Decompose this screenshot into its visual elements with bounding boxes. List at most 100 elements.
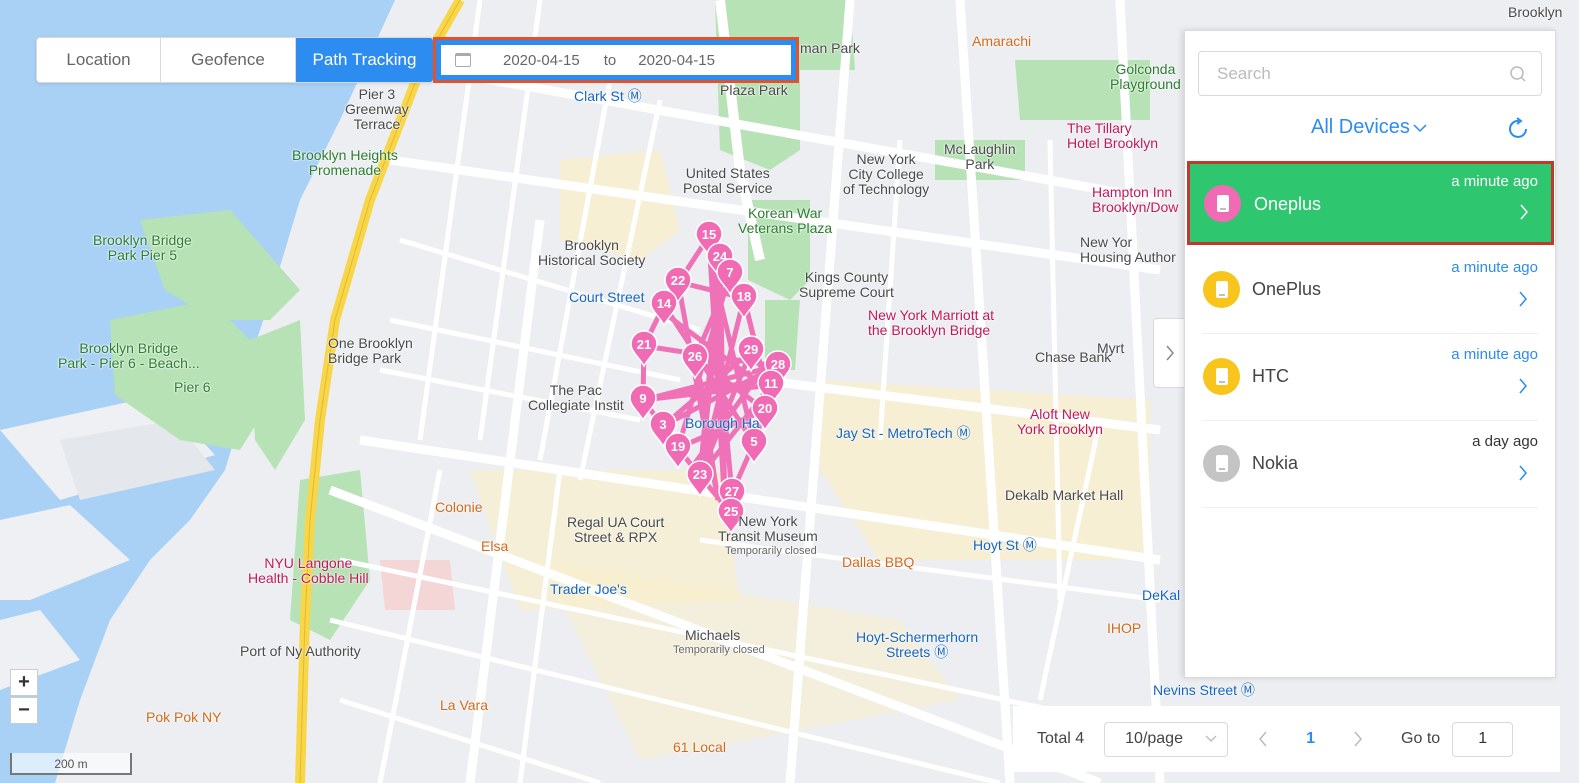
device-name: HTC (1252, 366, 1289, 386)
prev-page-button[interactable] (1258, 731, 1268, 747)
map-label-elsa: Elsa (481, 538, 509, 554)
device-filter-dropdown[interactable]: All Devices (1311, 116, 1428, 139)
start-date[interactable]: 2020-04-15 (503, 52, 580, 69)
map-label-trader-joes: Trader Joe's (550, 581, 627, 597)
device-item[interactable]: HTC a minute ago (1202, 334, 1538, 421)
track-marker-label: 11 (764, 376, 778, 391)
search-icon[interactable] (1509, 65, 1527, 83)
map-label-pier6-beach: Brooklyn Bridge Park - Pier 6 - Beach... (58, 340, 200, 371)
map-label-plaza-park: Plaza Park (720, 82, 788, 98)
track-marker[interactable]: 19 (664, 432, 692, 470)
chevron-down-icon (1413, 123, 1427, 132)
chevron-down-icon (1205, 735, 1217, 742)
track-marker[interactable]: 18 (730, 282, 758, 320)
device-avatar (1203, 445, 1240, 482)
end-date[interactable]: 2020-04-15 (638, 52, 715, 69)
map-label-dekalb-market: Dekalb Market Hall (1005, 487, 1124, 503)
map-label-korean-war: Korean War Veterans Plaza (738, 205, 833, 236)
device-panel: All Devices Oneplus a minute ago OnePlus… (1184, 30, 1556, 678)
device-item[interactable]: OnePlus a minute ago (1202, 247, 1538, 334)
phone-icon (1215, 455, 1228, 472)
device-avatar (1203, 271, 1240, 308)
map-label-clark-st: Clark St Ⓜ (574, 88, 642, 104)
map-label-mclaughlin: McLaughlin Park (944, 141, 1016, 172)
map-label-michaels-closed: Temporarily closed (673, 644, 765, 656)
device-name: OnePlus (1252, 279, 1322, 299)
chevron-right-icon (1519, 465, 1527, 481)
map-label-metrotech: Jay St - MetroTech Ⓜ (836, 425, 971, 441)
goto-label: Go to (1401, 730, 1441, 747)
track-marker[interactable]: 29 (737, 335, 765, 373)
map-label-dallas-bbq: Dallas BBQ (842, 554, 915, 570)
tab-path-tracking[interactable]: Path Tracking (296, 38, 433, 82)
phone-icon (1216, 195, 1229, 212)
track-marker[interactable]: 14 (650, 289, 678, 327)
pagination: Total 4 10/page 1 Go to (1013, 706, 1560, 772)
track-marker-label: 7 (726, 265, 733, 280)
device-item[interactable]: Nokia a day ago (1202, 421, 1538, 508)
map-label-housing-authority: New Yor Housing Author (1080, 234, 1176, 265)
map-label-pier3: Pier 3 Greenway Terrace (345, 86, 409, 132)
goto-page-input[interactable] (1452, 721, 1514, 757)
track-marker[interactable]: 21 (630, 330, 658, 368)
map-label-dekal: DeKal (1142, 587, 1181, 603)
device-name: Oneplus (1254, 194, 1322, 214)
date-range-input[interactable]: 2020-04-15 to 2020-04-15 (441, 45, 791, 75)
device-avatar (1204, 185, 1241, 222)
track-marker[interactable]: 5 (740, 427, 768, 465)
collapse-panel-button[interactable] (1153, 318, 1185, 388)
date-separator: to (603, 51, 617, 69)
map-label-supreme-court: Kings County Supreme Court (799, 269, 894, 300)
track-marker-label: 23 (693, 467, 707, 482)
next-page-button[interactable] (1353, 731, 1363, 747)
map-label-city-tech: New York City College of Technology (843, 151, 930, 197)
device-item[interactable]: Oneplus a minute ago (1187, 161, 1554, 245)
track-marker-label: 5 (750, 434, 757, 449)
page-number[interactable]: 1 (1306, 730, 1315, 748)
track-marker[interactable]: 23 (686, 460, 714, 498)
refresh-icon[interactable] (1507, 117, 1531, 141)
zoom-in-button[interactable]: + (10, 669, 38, 696)
date-range-picker[interactable]: 2020-04-15 to 2020-04-15 (433, 37, 799, 83)
map-label-marriott: New York Marriott at the Brooklyn Bridge (868, 307, 995, 338)
chevron-right-icon (1519, 378, 1527, 394)
tab-location[interactable]: Location (37, 38, 161, 82)
mode-tabs: Location Geofence Path Tracking (36, 37, 434, 83)
track-marker-label: 22 (671, 273, 685, 288)
map-label-transit-museum: New York Transit Museum (718, 513, 818, 544)
tab-geofence[interactable]: Geofence (161, 38, 296, 82)
map-label-hoyt-schermerhorn: Hoyt-Schermerhorn Streets Ⓜ (856, 629, 979, 660)
map-label-port-authority: Port of Ny Authority (240, 643, 361, 659)
map-label-temp-closed: Temporarily closed (725, 545, 817, 557)
map-label-61-local: 61 Local (673, 739, 726, 755)
track-marker[interactable]: 26 (681, 342, 709, 380)
track-marker-label: 21 (637, 337, 651, 352)
map-label-historical-society: Brooklyn Historical Society (538, 237, 646, 268)
map-label-hoyt-st: Hoyt St Ⓜ (973, 537, 1037, 553)
map-label-regal: Regal UA Court Street & RPX (567, 514, 665, 545)
calendar-icon (455, 53, 471, 67)
map-label-colonie: Colonie (435, 499, 483, 515)
pagination-total: Total 4 (1037, 730, 1085, 747)
track-marker-label: 19 (671, 439, 685, 454)
phone-icon (1215, 368, 1228, 385)
map-label-pier6: Pier 6 (174, 379, 211, 395)
device-last-seen: a day ago (1472, 433, 1538, 450)
track-marker[interactable]: 9 (629, 384, 657, 422)
map-scale: 200 m (10, 753, 132, 775)
map-label-aloft: Aloft New York Brooklyn (1017, 406, 1103, 437)
search-box[interactable] (1198, 51, 1542, 96)
map-label-nyu-langone: NYU Langone Health - Cobble Hill (248, 555, 369, 586)
zoom-out-button[interactable]: − (10, 697, 38, 724)
search-input[interactable] (1199, 63, 1509, 84)
page-size-select[interactable]: 10/page (1104, 721, 1229, 757)
device-last-seen: a minute ago (1451, 259, 1538, 276)
map-label-packer: The Pac Collegiate Instit (528, 382, 624, 413)
track-marker-label: 20 (758, 401, 772, 416)
track-marker-label: 27 (725, 484, 739, 499)
map-label-one-brooklyn-bridge-park: One Brooklyn Bridge Park (328, 335, 413, 366)
track-marker-label: 29 (744, 342, 758, 357)
map-label-la-vara: La Vara (440, 697, 488, 713)
device-name: Nokia (1252, 453, 1299, 473)
map-label-michaels: Michaels (685, 627, 741, 643)
